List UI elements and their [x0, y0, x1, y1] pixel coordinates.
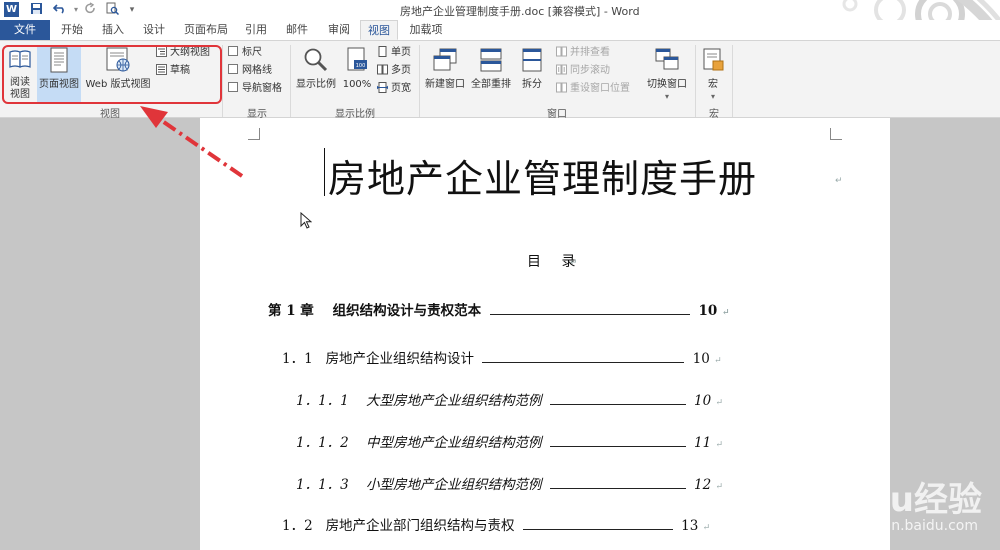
annotation-arrow — [140, 106, 244, 178]
